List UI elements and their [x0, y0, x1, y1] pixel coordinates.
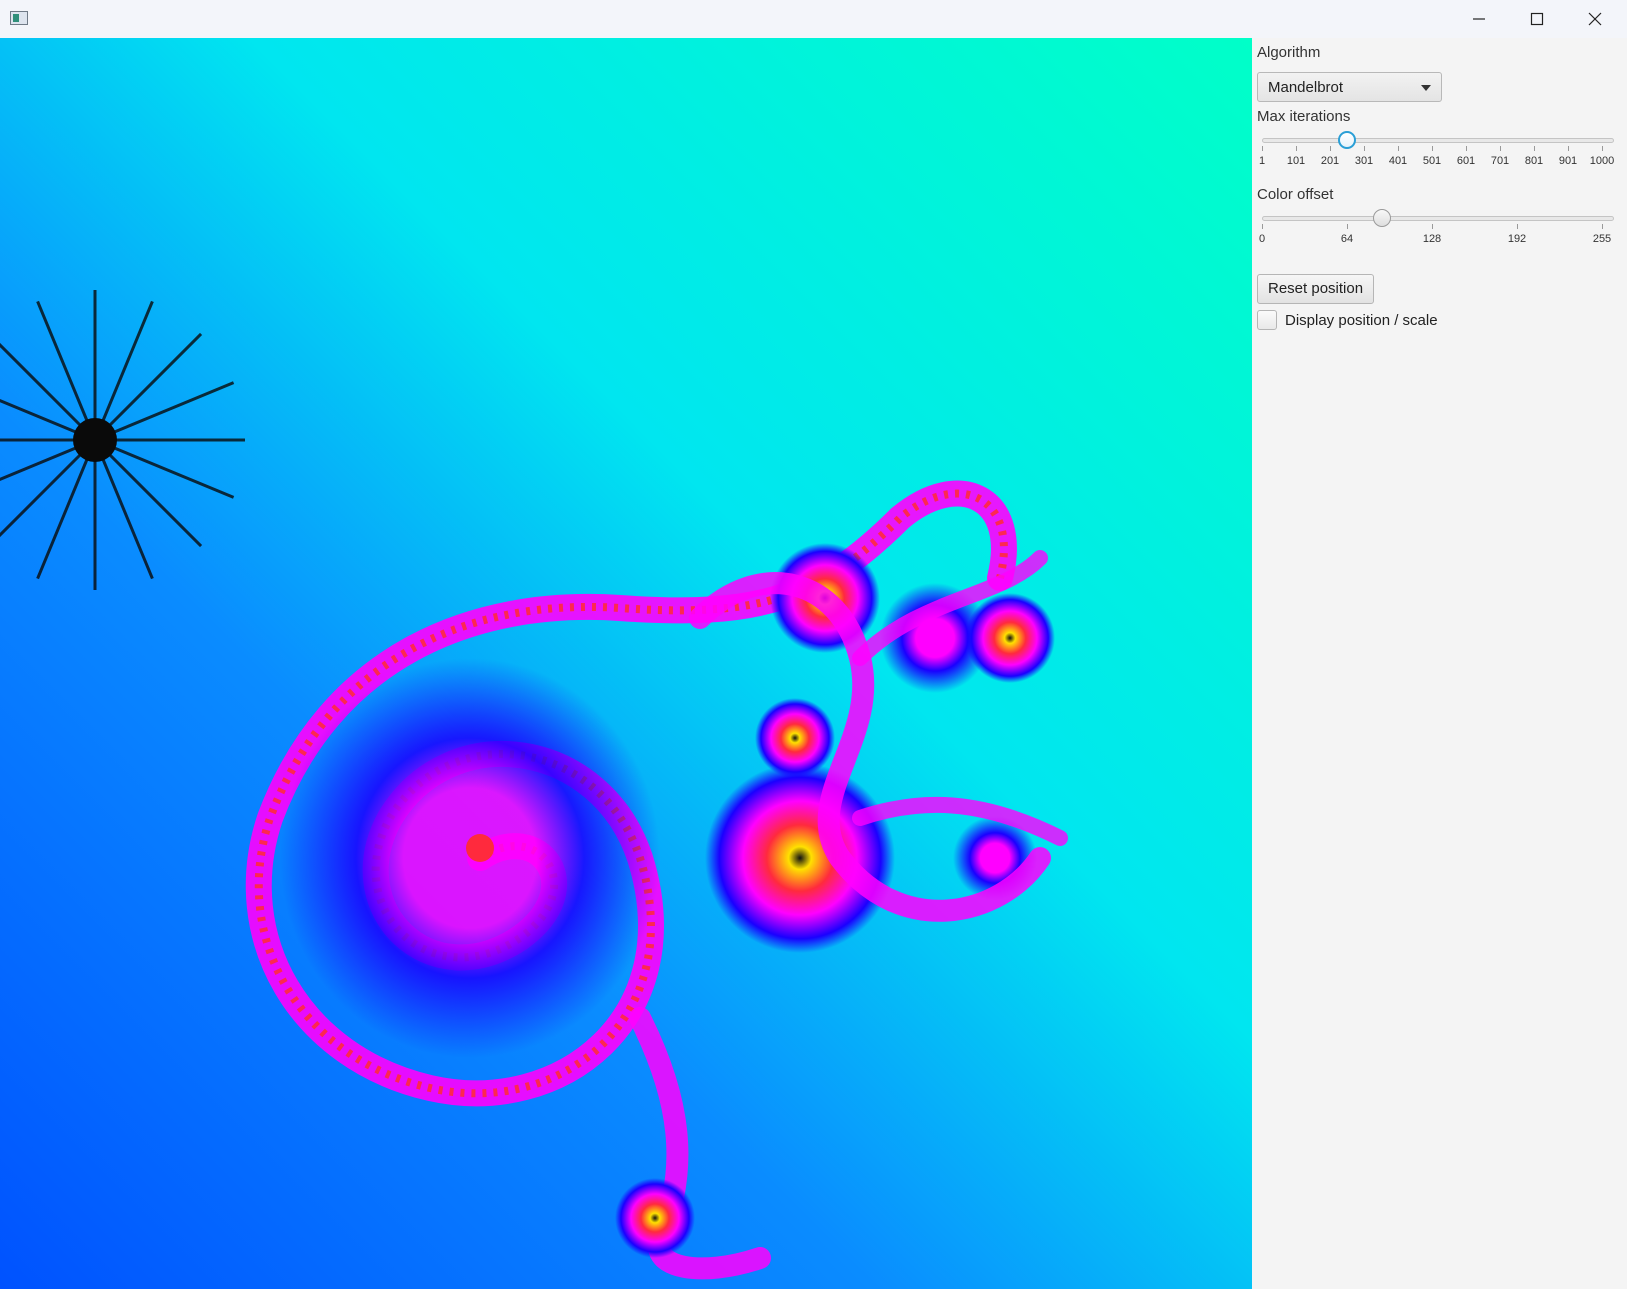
app-icon	[10, 11, 28, 25]
max-iterations-tick-label: 801	[1524, 155, 1544, 167]
max-iterations-track[interactable]	[1262, 138, 1614, 143]
max-iterations-thumb[interactable]	[1337, 131, 1356, 149]
color-offset-tick-label: 255	[1592, 233, 1612, 245]
color-offset-slider[interactable]: 0 64 128 192 255	[1258, 209, 1614, 252]
max-iterations-tick-label: 501	[1422, 155, 1442, 167]
chevron-down-icon	[1421, 85, 1431, 91]
color-offset-tick-label: 192	[1507, 233, 1527, 245]
minimize-icon[interactable]	[1450, 0, 1508, 38]
color-offset-tick-label: 128	[1422, 233, 1442, 245]
max-iterations-tick-label: 1	[1258, 155, 1266, 167]
color-offset-track[interactable]	[1262, 216, 1614, 221]
max-iterations-tick	[1602, 146, 1603, 151]
reset-position-button[interactable]: Reset position	[1257, 274, 1375, 304]
color-offset-tick-label: 0	[1258, 233, 1266, 245]
max-iterations-tick	[1262, 146, 1263, 151]
max-iterations-tick	[1330, 146, 1331, 151]
display-position-checkbox[interactable]: Display position / scale	[1257, 310, 1438, 330]
max-iterations-tick	[1568, 146, 1569, 151]
control-panel: Algorithm Mandelbrot Max iterations 1 101…	[1252, 38, 1627, 1289]
max-iterations-tick	[1534, 146, 1535, 151]
max-iterations-tick	[1364, 146, 1365, 151]
max-iterations-tick	[1466, 146, 1467, 151]
max-iterations-tick	[1398, 146, 1399, 151]
max-iterations-tick-label: 101	[1286, 155, 1306, 167]
close-icon[interactable]	[1566, 0, 1624, 38]
max-iterations-tick	[1296, 146, 1297, 151]
algorithm-select[interactable]: Mandelbrot	[1257, 72, 1442, 102]
max-iterations-tick	[1500, 146, 1501, 151]
color-offset-thumb[interactable]	[1373, 209, 1391, 227]
algorithm-label: Algorithm	[1257, 44, 1321, 61]
max-iterations-slider[interactable]: 1 101 201 301 401 501 601 701 801 901 1000	[1258, 131, 1615, 174]
color-offset-tick	[1602, 224, 1603, 229]
window-titlebar	[0, 0, 1627, 39]
max-iterations-tick-label: 301	[1354, 155, 1374, 167]
display-position-label: Display position / scale	[1285, 311, 1438, 329]
max-iterations-tick-label: 701	[1490, 155, 1510, 167]
color-offset-tick-label: 64	[1340, 233, 1354, 245]
max-iterations-tick-label: 1000	[1589, 155, 1615, 167]
max-iterations-tick-label: 901	[1558, 155, 1578, 167]
algorithm-select-value: Mandelbrot	[1268, 79, 1344, 96]
checkbox-box[interactable]	[1257, 310, 1277, 330]
color-offset-tick	[1262, 224, 1263, 229]
fractal-core	[73, 418, 117, 462]
max-iterations-tick-label: 601	[1456, 155, 1476, 167]
maximize-icon[interactable]	[1508, 0, 1566, 38]
max-iterations-tick-label: 201	[1320, 155, 1340, 167]
fractal-canvas[interactable]	[0, 38, 1252, 1289]
color-offset-tick	[1517, 224, 1518, 229]
color-offset-tick	[1347, 224, 1348, 229]
max-iterations-tick	[1432, 146, 1433, 151]
color-offset-label: Color offset	[1257, 186, 1334, 203]
color-offset-tick	[1432, 224, 1433, 229]
max-iterations-tick-label: 401	[1388, 155, 1408, 167]
max-iterations-label: Max iterations	[1257, 108, 1351, 125]
